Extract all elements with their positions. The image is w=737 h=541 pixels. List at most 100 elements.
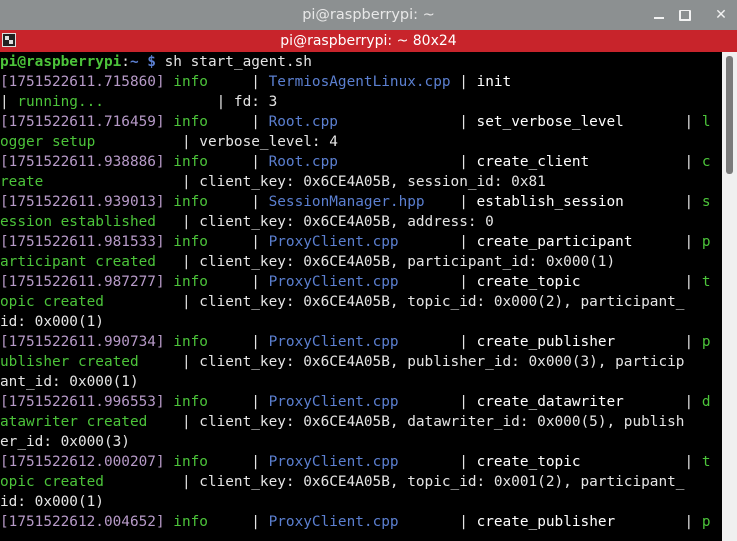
terminal-text: opic created [0,294,104,310]
terminal-text: [1751522611.990734] [0,334,165,350]
terminal-text: | [398,394,477,410]
terminal-text: ProxyClient.cpp [268,454,399,470]
minimize-button[interactable] [650,6,668,24]
terminal-line: pi@raspberrypi:~ $ sh start_agent.sh [0,52,722,72]
terminal-text: s [701,194,711,210]
terminal-text: | [207,274,269,290]
terminal-text: | [615,334,702,350]
terminal-text: | [623,394,702,410]
terminal-text: Root.cpp [268,154,338,170]
scrollbar-thumb[interactable] [726,56,733,174]
terminal-text: [1751522611.715860] [0,74,165,90]
terminal-line: id: 0x000(1) [0,312,722,332]
terminal-line: [1751522611.996553] info | ProxyClient.c… [0,392,722,412]
window-titlebar[interactable]: pi@raspberrypi: ~ ✕ [0,0,737,30]
terminal-output[interactable]: pi@raspberrypi:~ $ sh start_agent.sh [175… [0,52,722,541]
terminal-line: | running... | fd: 3 [0,92,722,112]
terminal-text: | client_key: 0x6CE4A05B, session_id: 0x… [43,174,546,190]
terminal-text: | [398,334,477,350]
terminal-text: info [173,74,208,90]
terminal-text: | client_key: 0x6CE4A05B, publisher_id: … [138,354,685,370]
terminal-text: ogger setup [0,134,96,150]
terminal-text: info [173,454,208,470]
terminal-text: info [173,274,208,290]
maximize-button[interactable] [675,6,693,24]
terminal-text: : [121,54,130,70]
terminal-text: TermiosAgentLinux.cpp [268,74,451,90]
terminal-text: info [173,154,208,170]
terminal-text: info [173,194,208,210]
terminal-text: articipant created [0,254,156,270]
terminal-text: ProxyClient.cpp [268,274,399,290]
terminal-text: | verbose_level: 4 [95,134,338,150]
terminal-line: [1751522611.715860] info | TermiosAgentL… [0,72,722,92]
terminal-text: [1751522611.981533] [0,234,165,250]
terminal-text: | client_key: 0x6CE4A05B, address: 0 [155,214,494,230]
terminal-text: create_client [476,154,590,170]
terminal-text: [1751522612.000207] [0,454,165,470]
terminal-text: [1751522611.996553] [0,394,165,410]
terminal-text: | [207,194,269,210]
terminal-text: | [580,274,702,290]
terminal-text: running... [17,94,104,110]
tab-title[interactable]: pi@raspberrypi: ~ 80x24 [0,30,737,52]
terminal-line: [1751522611.716459] info | Root.cpp | se… [0,112,722,132]
scrollbar[interactable] [722,52,737,541]
terminal-text: | [337,114,477,130]
close-button[interactable]: ✕ [712,6,730,24]
terminal-text: create_publisher [476,334,616,350]
maximize-icon [679,10,691,21]
terminal-text: t [701,454,711,470]
terminal-text: c [701,154,711,170]
minimize-icon [654,17,664,19]
terminal-text: | [207,74,269,90]
terminal-text: create_datawriter [476,394,624,410]
terminal-text: | [615,514,702,530]
terminal-text: | [632,234,702,250]
terminal-line: ession established | client_key: 0x6CE4A… [0,212,722,232]
terminal-text: reate [0,174,44,190]
terminal-text: ProxyClient.cpp [268,394,399,410]
terminal-text: info [173,114,208,130]
terminal-text: | [398,274,477,290]
terminal-text: SessionManager.hpp [268,194,425,210]
terminal-text: create_topic [476,274,581,290]
terminal-text: | client_key: 0x6CE4A05B, topic_id: 0x00… [103,294,685,310]
terminal-text: atawriter created [0,414,148,430]
terminal-line: [1751522611.938886] info | Root.cpp | cr… [0,152,722,172]
terminal-line: ogger setup | verbose_level: 4 [0,132,722,152]
terminal-text: | [424,194,477,210]
terminal-text: | [580,454,702,470]
terminal-text: [1751522612.004652] [0,514,165,530]
terminal-line: [1751522612.000207] info | ProxyClient.c… [0,452,722,472]
terminal-text: | [207,334,269,350]
terminal-text: ublisher created [0,354,139,370]
terminal-text: Root.cpp [268,114,338,130]
terminal-line: atawriter created | client_key: 0x6CE4A0… [0,412,722,432]
terminal-text: info [173,514,208,530]
terminal-text: er_id: 0x000(3) [0,434,130,450]
terminal-text: | [623,114,702,130]
terminal-text: | [450,74,477,90]
terminal-text: pi@raspberrypi [0,54,122,70]
terminal-text: | [207,514,269,530]
terminal-text: | [337,154,477,170]
terminal-text: id: 0x000(1) [0,314,104,330]
terminal-text: ession established [0,214,156,230]
terminal-text: | [207,114,269,130]
terminal-line: opic created | client_key: 0x6CE4A05B, t… [0,292,722,312]
terminal-text: | [398,234,477,250]
terminal-text: ant_id: 0x000(1) [0,374,139,390]
terminal-text: sh start_agent.sh [155,54,312,70]
terminal-text: p [701,514,711,530]
terminal-line: ublisher created | client_key: 0x6CE4A05… [0,352,722,372]
close-icon: ✕ [715,7,727,23]
terminal-text: l [701,114,711,130]
terminal-text: info [173,234,208,250]
terminal-text: | [589,154,702,170]
